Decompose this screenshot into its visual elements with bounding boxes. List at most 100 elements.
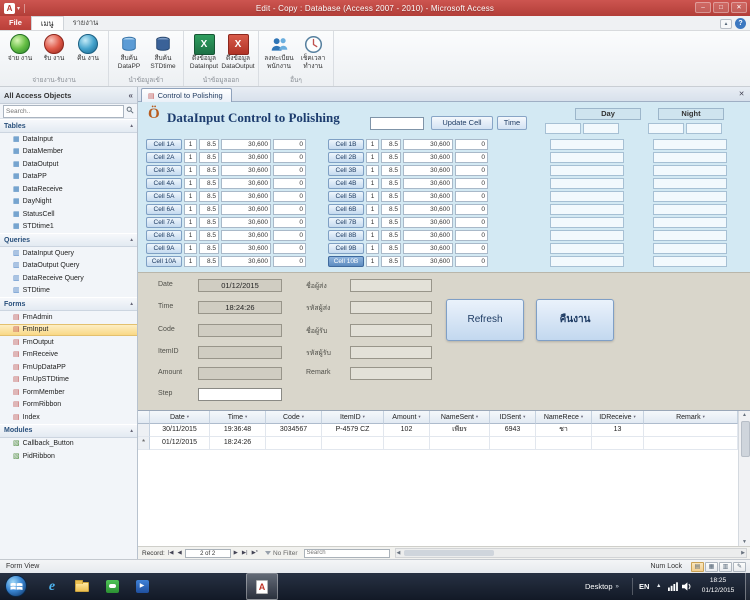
- cell-cell-4a-field-4[interactable]: 0: [273, 178, 306, 189]
- cell-amount[interactable]: 102: [384, 424, 430, 437]
- query-datapp-button[interactable]: สืบค้น DataPP: [112, 33, 146, 76]
- show-desktop-button[interactable]: [745, 573, 750, 600]
- cell-cell-4b-field-1[interactable]: 1: [366, 178, 379, 189]
- nav-item-datainput[interactable]: ▦DataInput: [0, 133, 137, 146]
- nav-item-callback-button[interactable]: ▧Callback_Button: [0, 438, 137, 451]
- cell-cell-7b-field-2[interactable]: 8.5: [381, 217, 401, 228]
- cell-cell-8a-field-3[interactable]: 30,600: [221, 230, 271, 241]
- cell-remark[interactable]: [644, 437, 738, 450]
- refresh-button[interactable]: Refresh: [446, 299, 524, 341]
- minimize-button[interactable]: –: [695, 2, 711, 13]
- day-field-row-7[interactable]: [550, 217, 624, 228]
- cell-amount[interactable]: [384, 437, 430, 450]
- night-field-row-2[interactable]: [653, 152, 727, 163]
- column-header-idreceive[interactable]: IDReceive▾: [592, 411, 644, 424]
- cell-idsent[interactable]: [490, 437, 536, 450]
- column-header-idsent[interactable]: IDSent▾: [490, 411, 536, 424]
- cell-cell-5b-field-2[interactable]: 8.5: [381, 191, 401, 202]
- night-field-row-3[interactable]: [653, 165, 727, 176]
- cell-namerece[interactable]: [536, 437, 592, 450]
- cell-cell-3a-field-4[interactable]: 0: [273, 165, 306, 176]
- cell-cell-10b-field-3[interactable]: 30,600: [403, 256, 453, 267]
- toolbar-chevron-icon[interactable]: »: [616, 584, 619, 590]
- cell-cell-5b-field-1[interactable]: 1: [366, 191, 379, 202]
- cell-button-cell-8a[interactable]: Cell 8A: [146, 230, 182, 241]
- nav-item-dataoutput-query[interactable]: ▥DataOutput Query: [0, 260, 137, 273]
- row-selector[interactable]: *: [138, 437, 150, 450]
- return-job-button[interactable]: คืน งาน: [71, 33, 105, 76]
- nav-item-fmadmin[interactable]: ▤FmAdmin: [0, 311, 137, 324]
- night-input-1[interactable]: [648, 123, 684, 134]
- cell-cell-6b-field-1[interactable]: 1: [366, 204, 379, 215]
- cell-cell-4a-field-2[interactable]: 8.5: [199, 178, 219, 189]
- cell-button-cell-5b[interactable]: Cell 5B: [328, 191, 364, 202]
- nav-item-fmupdatapp[interactable]: ▤FmUpDataPP: [0, 361, 137, 374]
- cell-cell-6a-field-1[interactable]: 1: [184, 204, 197, 215]
- night-input-2[interactable]: [686, 123, 722, 134]
- tab-menu[interactable]: เมนู: [31, 16, 64, 30]
- nav-item-index[interactable]: ▤Index: [0, 411, 137, 424]
- cell-cell-8a-field-2[interactable]: 8.5: [199, 230, 219, 241]
- nav-search-input[interactable]: [3, 105, 124, 118]
- cell-cell-5a-field-1[interactable]: 1: [184, 191, 197, 202]
- previous-record-button[interactable]: ◀: [176, 550, 182, 556]
- layout-view-button[interactable]: ▥: [719, 562, 732, 572]
- cell-cell-10b-field-4[interactable]: 0: [455, 256, 488, 267]
- cell-namesent[interactable]: [430, 437, 490, 450]
- cell-cell-2b-field-1[interactable]: 1: [366, 152, 379, 163]
- shutter-bar-icon[interactable]: «: [129, 91, 133, 100]
- app-taskbar-icon-green[interactable]: [98, 573, 126, 600]
- network-icon[interactable]: [668, 582, 678, 593]
- cell-cell-5a-field-3[interactable]: 30,600: [221, 191, 271, 202]
- cell-cell-4b-field-3[interactable]: 30,600: [403, 178, 453, 189]
- cell-itemid[interactable]: P-4579 CZ: [322, 424, 384, 437]
- cell-button-cell-1a[interactable]: Cell 1A: [146, 139, 182, 150]
- cell-button-cell-4a[interactable]: Cell 4A: [146, 178, 182, 189]
- cell-cell-5b-field-3[interactable]: 30,600: [403, 191, 453, 202]
- register-employee-button[interactable]: ลงทะเบียน พนักงาน: [262, 33, 296, 76]
- nav-section-queries[interactable]: Queries▴: [0, 233, 137, 247]
- cell-cell-3b-field-2[interactable]: 8.5: [381, 165, 401, 176]
- filter-status-button[interactable]: No Filter: [265, 550, 298, 557]
- cell-cell-6a-field-4[interactable]: 0: [273, 204, 306, 215]
- cell-cell-3b-field-1[interactable]: 1: [366, 165, 379, 176]
- day-field-row-4[interactable]: [550, 178, 624, 189]
- cell-entry-input[interactable]: [370, 117, 424, 130]
- nav-item-formribbon[interactable]: ▤FormRibbon: [0, 399, 137, 412]
- day-field-row-2[interactable]: [550, 152, 624, 163]
- cell-cell-8a-field-1[interactable]: 1: [184, 230, 197, 241]
- cell-cell-8b-field-2[interactable]: 8.5: [381, 230, 401, 241]
- cell-cell-9a-field-4[interactable]: 0: [273, 243, 306, 254]
- cell-cell-4a-field-3[interactable]: 30,600: [221, 178, 271, 189]
- column-header-namerece[interactable]: NameRece▾: [536, 411, 592, 424]
- minimize-ribbon-icon[interactable]: ▴: [720, 19, 732, 29]
- check-worktime-button[interactable]: เช็คเวลา ทำงาน: [296, 33, 330, 76]
- nav-item-statuscell[interactable]: ▦StatusCell: [0, 208, 137, 221]
- cell-button-cell-10b[interactable]: Cell 10B: [328, 256, 364, 267]
- cell-idsent[interactable]: 6943: [490, 424, 536, 437]
- cell-cell-2b-field-4[interactable]: 0: [455, 152, 488, 163]
- cell-cell-6b-field-3[interactable]: 30,600: [403, 204, 453, 215]
- cell-cell-5b-field-4[interactable]: 0: [455, 191, 488, 202]
- cell-cell-9a-field-2[interactable]: 8.5: [199, 243, 219, 254]
- cell-date[interactable]: 01/12/2015: [150, 437, 210, 450]
- cell-cell-7a-field-1[interactable]: 1: [184, 217, 197, 228]
- field-code[interactable]: [198, 324, 282, 337]
- cell-button-cell-3b[interactable]: Cell 3B: [328, 165, 364, 176]
- nav-item-fmoutput[interactable]: ▤FmOutput: [0, 336, 137, 349]
- cell-cell-3b-field-4[interactable]: 0: [455, 165, 488, 176]
- cell-button-cell-3a[interactable]: Cell 3A: [146, 165, 182, 176]
- cell-cell-3a-field-3[interactable]: 30,600: [221, 165, 271, 176]
- mid-field-1[interactable]: [350, 279, 432, 292]
- cell-cell-10a-field-2[interactable]: 8.5: [199, 256, 219, 267]
- night-field-row-8[interactable]: [653, 230, 727, 241]
- start-button[interactable]: [5, 575, 27, 597]
- cell-cell-1a-field-1[interactable]: 1: [184, 139, 197, 150]
- scroll-left-icon[interactable]: ◀: [397, 550, 401, 556]
- pull-dataoutput-button[interactable]: Xดึงข้อมูล DataOutput: [221, 33, 255, 76]
- day-input-2[interactable]: [583, 123, 619, 134]
- cell-cell-4a-field-1[interactable]: 1: [184, 178, 197, 189]
- night-field-row-1[interactable]: [653, 139, 727, 150]
- return-job-button-form[interactable]: คืนงาน: [536, 299, 614, 341]
- scrollbar-thumb[interactable]: [404, 550, 494, 556]
